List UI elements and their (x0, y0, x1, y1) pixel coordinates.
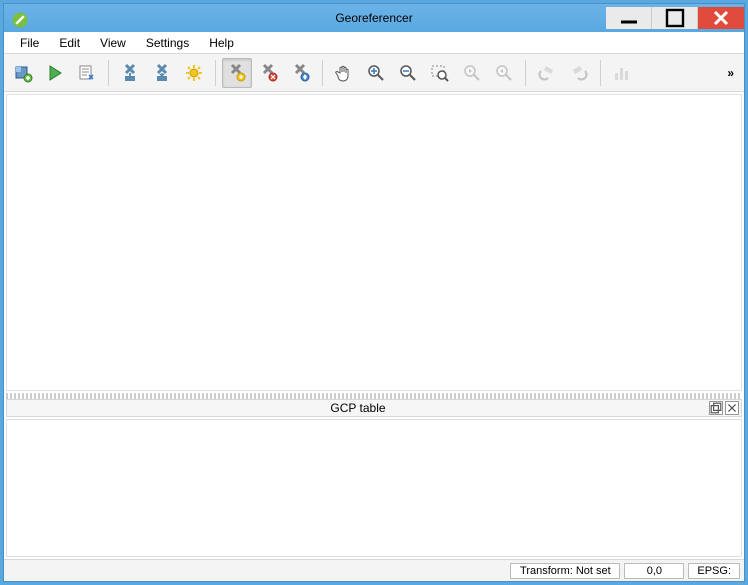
toolbar-overflow-button[interactable]: » (721, 66, 740, 80)
status-transform: Transform: Not set (510, 563, 620, 579)
app-icon (10, 10, 26, 26)
link-qgis-button[interactable] (564, 58, 594, 88)
gcp-table-panel-header: GCP table (6, 399, 742, 417)
separator (525, 60, 526, 86)
separator (108, 60, 109, 86)
generate-script-button[interactable] (72, 58, 102, 88)
menu-settings[interactable]: Settings (136, 34, 199, 52)
statusbar: Transform: Not set 0,0 EPSG: (4, 559, 744, 581)
georeferencer-window: Georeferencer File Edit View Settings He… (3, 3, 745, 582)
maximize-button[interactable] (652, 7, 698, 29)
status-epsg: EPSG: (688, 563, 740, 579)
add-point-button[interactable] (222, 58, 252, 88)
menu-file[interactable]: File (10, 34, 49, 52)
status-coords: 0,0 (624, 563, 684, 579)
titlebar: Georeferencer (4, 4, 744, 32)
load-gcp-button[interactable] (115, 58, 145, 88)
zoom-out-button[interactable] (393, 58, 423, 88)
move-point-button[interactable] (286, 58, 316, 88)
toolbar: » (4, 54, 744, 92)
zoom-next-button[interactable] (489, 58, 519, 88)
menu-help[interactable]: Help (199, 34, 244, 52)
separator (322, 60, 323, 86)
pan-button[interactable] (329, 58, 359, 88)
gcp-table-close-button[interactable] (725, 401, 739, 415)
start-georef-button[interactable] (40, 58, 70, 88)
histogram-stretch-button[interactable] (607, 58, 637, 88)
link-georef-button[interactable] (532, 58, 562, 88)
menu-view[interactable]: View (90, 34, 136, 52)
gcp-table[interactable] (6, 419, 742, 557)
transform-settings-button[interactable] (179, 58, 209, 88)
menubar: File Edit View Settings Help (4, 32, 744, 54)
separator (600, 60, 601, 86)
separator (215, 60, 216, 86)
raster-canvas[interactable] (6, 94, 742, 391)
gcp-table-float-button[interactable] (709, 401, 723, 415)
close-button[interactable] (698, 7, 744, 29)
gcp-table-title: GCP table (9, 401, 707, 415)
window-controls (606, 7, 744, 29)
open-raster-button[interactable] (8, 58, 38, 88)
zoom-to-layer-button[interactable] (425, 58, 455, 88)
minimize-button[interactable] (606, 7, 652, 29)
menu-edit[interactable]: Edit (49, 34, 90, 52)
zoom-last-button[interactable] (457, 58, 487, 88)
delete-point-button[interactable] (254, 58, 284, 88)
save-gcp-button[interactable] (147, 58, 177, 88)
zoom-in-button[interactable] (361, 58, 391, 88)
